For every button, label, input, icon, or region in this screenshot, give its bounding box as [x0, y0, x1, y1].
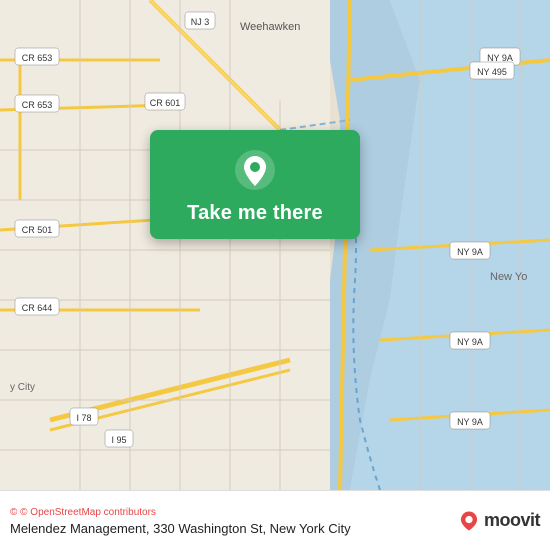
location-card: Take me there [150, 130, 360, 239]
svg-text:NJ 3: NJ 3 [191, 17, 210, 27]
map-container: CR 653 CR 653 CR 601 CR 501 CR 644 NJ 3 … [0, 0, 550, 490]
bottom-bar: © © OpenStreetMap contributors Melendez … [0, 490, 550, 550]
svg-text:New Yo: New Yo [490, 271, 527, 283]
moovit-text: moovit [484, 510, 540, 531]
svg-text:CR 644: CR 644 [22, 303, 53, 313]
location-pin-icon [233, 148, 277, 192]
svg-text:NY 9A: NY 9A [457, 417, 483, 427]
svg-text:CR 601: CR 601 [150, 98, 181, 108]
svg-text:CR 653: CR 653 [22, 100, 53, 110]
svg-text:I 78: I 78 [76, 413, 91, 423]
svg-text:NY 495: NY 495 [477, 67, 507, 77]
svg-text:I 95: I 95 [111, 435, 126, 445]
moovit-logo-icon [458, 510, 480, 532]
svg-text:Weehawken: Weehawken [240, 21, 300, 33]
moovit-logo: moovit [458, 510, 540, 532]
svg-text:NY 9A: NY 9A [457, 247, 483, 257]
osm-icon: © [10, 507, 17, 518]
svg-text:y City: y City [10, 382, 35, 393]
svg-text:CR 501: CR 501 [22, 225, 53, 235]
svg-text:NY 9A: NY 9A [457, 337, 483, 347]
take-me-there-button[interactable]: Take me there [187, 202, 323, 225]
svg-text:CR 653: CR 653 [22, 53, 53, 63]
svg-text:NY 9A: NY 9A [487, 53, 513, 63]
